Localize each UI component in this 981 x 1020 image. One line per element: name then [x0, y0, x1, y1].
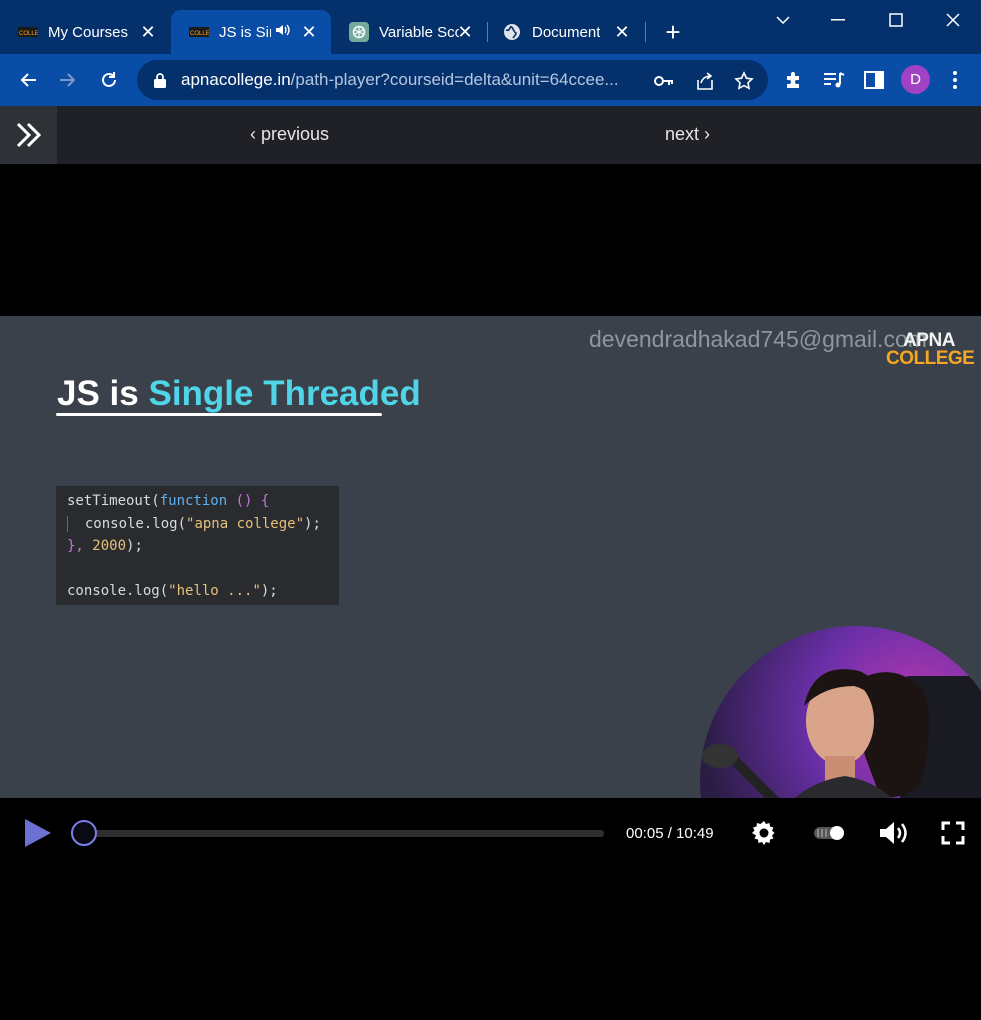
email-watermark: devendradhakad745@gmail.com	[589, 326, 927, 352]
back-button[interactable]	[14, 66, 42, 94]
video-controls: 00:05 / 10:49	[0, 798, 981, 868]
page-background-bottom	[0, 868, 981, 1020]
presenter-webcam	[700, 626, 981, 798]
close-tab-icon[interactable]: ✕	[299, 22, 319, 42]
video-letterbox-top	[0, 164, 981, 316]
fullscreen-icon[interactable]	[939, 819, 967, 847]
browser-tab-strip: COLLEGE My Courses ✕ COLLEGE JS is Sin ✕…	[0, 0, 981, 54]
media-control-icon[interactable]	[822, 68, 846, 92]
chevron-left-icon: ‹	[250, 124, 256, 144]
volume-icon[interactable]	[878, 819, 910, 847]
tab-search-button[interactable]	[768, 8, 798, 32]
chevron-right-icon: ›	[704, 124, 711, 144]
tab-js-single-threaded[interactable]: COLLEGE JS is Sin ✕	[171, 10, 331, 54]
extensions-icon[interactable]	[782, 68, 806, 92]
svg-text:COLLEGE: COLLEGE	[19, 31, 38, 37]
close-window-button[interactable]	[938, 8, 968, 32]
url-text[interactable]: apnacollege.in/path-player?courseid=delt…	[181, 70, 641, 90]
address-bar[interactable]: apnacollege.in/path-player?courseid=delt…	[137, 60, 768, 100]
chatgpt-favicon	[349, 22, 369, 42]
course-nav-bar: ‹ previous next ›	[0, 106, 981, 164]
double-chevron-right-icon	[16, 122, 41, 148]
next-label: next	[665, 124, 700, 144]
close-tab-icon[interactable]: ✕	[612, 22, 632, 42]
bookmark-star-icon[interactable]	[733, 70, 755, 92]
minimize-button[interactable]	[823, 8, 853, 32]
previous-button[interactable]: ‹ previous	[250, 124, 329, 145]
tab-title: Variable Sco	[379, 23, 459, 41]
tab-variable-scope[interactable]: Variable Sco ✕	[331, 10, 487, 54]
play-icon	[25, 819, 51, 847]
next-button[interactable]: next ›	[665, 124, 710, 145]
url-domain: apnacollege.in	[181, 70, 291, 89]
close-tab-icon[interactable]: ✕	[455, 22, 475, 42]
apna-college-logo: APNA COLLEGE	[886, 330, 975, 369]
expand-sidebar-button[interactable]	[0, 106, 57, 164]
tab-separator	[645, 22, 646, 42]
reload-button[interactable]	[95, 66, 123, 94]
apna-college-favicon: COLLEGE	[189, 22, 209, 42]
code-snippet: setTimeout(function () { console.log("ap…	[56, 486, 339, 605]
share-icon[interactable]	[694, 70, 716, 92]
side-panel-icon[interactable]	[862, 68, 886, 92]
title-underline	[56, 413, 382, 416]
url-path: /path-player?courseid=delta&unit=64ccee.…	[290, 70, 619, 89]
tab-title: Document	[532, 23, 601, 41]
apna-college-favicon: COLLEGE	[18, 22, 38, 42]
speaker-icon[interactable]	[275, 23, 291, 41]
new-tab-button[interactable]: +	[660, 19, 686, 46]
slide-title: JS is Single Threaded	[57, 374, 421, 413]
lock-icon[interactable]	[153, 72, 167, 88]
tab-title: My Courses	[48, 23, 129, 41]
browser-toolbar: apnacollege.in/path-player?courseid=delt…	[0, 54, 981, 106]
playback-speed-icon[interactable]	[812, 819, 846, 847]
seek-bar[interactable]	[80, 830, 604, 837]
seek-thumb[interactable]	[71, 820, 97, 846]
tab-document[interactable]: Document ✕	[484, 10, 644, 54]
maximize-button[interactable]	[881, 8, 911, 32]
play-button[interactable]	[24, 818, 52, 848]
key-icon[interactable]	[653, 70, 675, 92]
tab-my-courses[interactable]: COLLEGE My Courses ✕	[0, 10, 170, 54]
time-display: 00:05 / 10:49	[626, 825, 714, 842]
forward-button[interactable]	[54, 66, 82, 94]
video-frame[interactable]: devendradhakad745@gmail.com APNA COLLEGE…	[0, 316, 981, 798]
profile-avatar[interactable]: D	[901, 65, 930, 94]
previous-label: previous	[261, 124, 330, 144]
settings-gear-icon[interactable]	[750, 819, 778, 847]
more-menu-icon[interactable]	[943, 68, 967, 92]
globe-icon	[502, 22, 522, 42]
close-tab-icon[interactable]: ✕	[138, 22, 158, 42]
tab-title: JS is Sin	[219, 23, 271, 41]
svg-text:COLLEGE: COLLEGE	[190, 31, 209, 37]
